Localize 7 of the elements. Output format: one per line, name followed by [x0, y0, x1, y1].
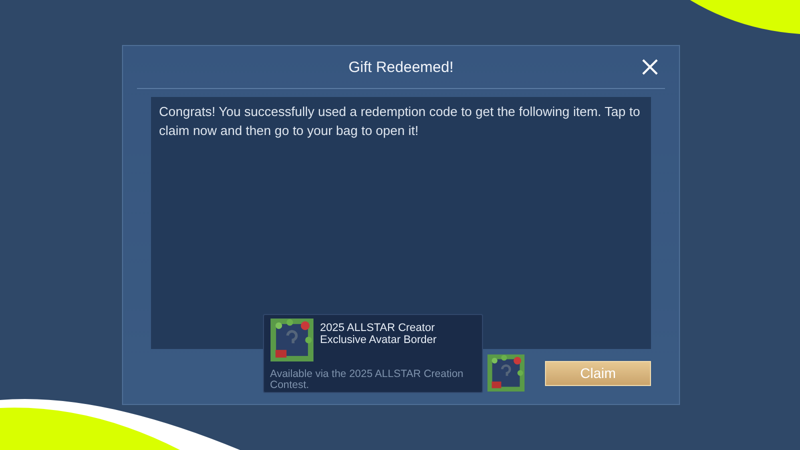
item-name: 2025 ALLSTAR Creator Exclusive Avatar Border: [320, 322, 438, 348]
avatar-border-icon[interactable]: [487, 354, 525, 392]
item-description: Available via the 2025 ALLSTAR Creation Contest.: [270, 369, 464, 391]
message-text: Congrats! You successfully used a redemption code to get the following item. Tap to claim now and then go to your bag to open it!: [159, 103, 642, 140]
close-icon[interactable]: [641, 58, 659, 76]
claim-button[interactable]: Claim: [545, 360, 651, 386]
dialog-title: Gift Redeemed!: [348, 58, 454, 76]
